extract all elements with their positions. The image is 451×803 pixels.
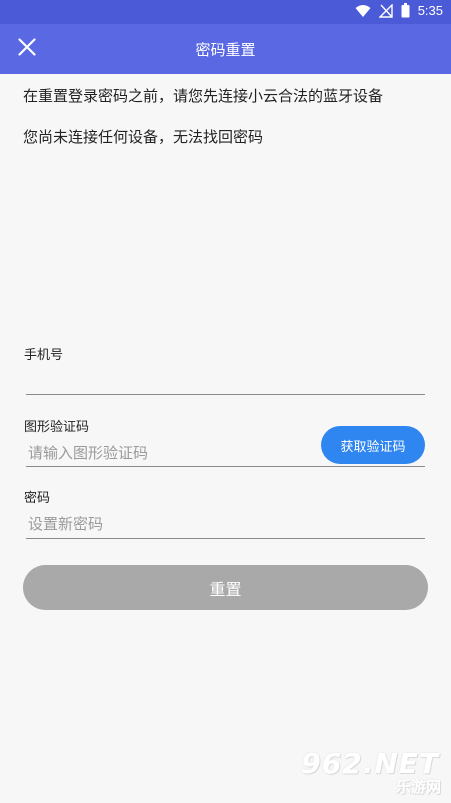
app-bar: 密码重置 xyxy=(0,24,451,74)
notice-no-device: 您尚未连接任何设备，无法找回密码 xyxy=(23,128,264,146)
captcha-input[interactable] xyxy=(26,440,316,466)
captcha-underline xyxy=(26,466,425,467)
password-input[interactable] xyxy=(26,511,425,537)
get-code-button[interactable]: 获取验证码 xyxy=(321,426,425,464)
watermark-number: 962 xyxy=(301,747,363,780)
status-time: 5:35 xyxy=(417,3,443,18)
password-label: 密码 xyxy=(24,491,51,506)
phone-underline xyxy=(26,394,425,395)
password-underline xyxy=(26,538,425,539)
captcha-label: 图形验证码 xyxy=(24,420,90,435)
reset-button[interactable]: 重置 xyxy=(23,565,428,610)
phone-input[interactable] xyxy=(26,367,425,393)
status-icons: 5:35 xyxy=(355,3,443,18)
signal-off-icon xyxy=(378,3,393,18)
status-bar: 5:35 xyxy=(0,0,451,24)
battery-icon xyxy=(401,3,410,18)
phone-label: 手机号 xyxy=(24,348,64,363)
notice-connect-device: 在重置登录密码之前，请您先连接小云合法的蓝牙设备 xyxy=(23,87,384,105)
watermark-text: 乐游网 xyxy=(395,778,441,796)
wifi-icon xyxy=(355,4,371,18)
watermark: 962.NET 乐游网 xyxy=(301,747,445,799)
page-title: 密码重置 xyxy=(195,41,256,59)
